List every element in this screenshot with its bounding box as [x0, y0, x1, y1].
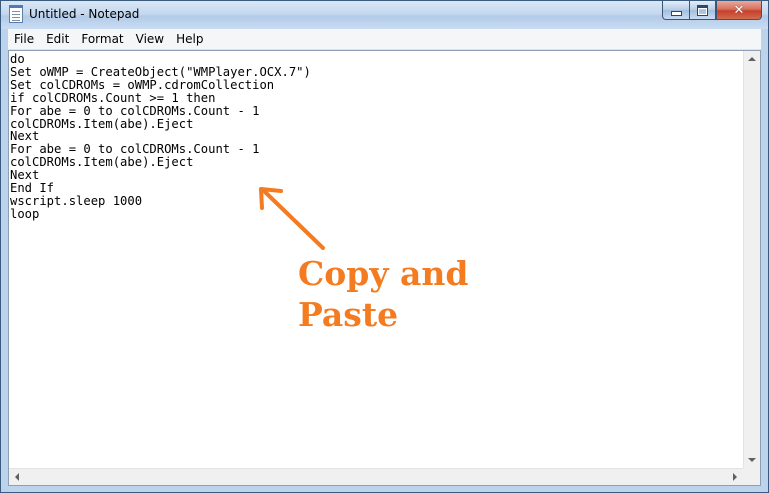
arrow-right-icon — [733, 473, 737, 481]
maximize-button[interactable] — [689, 1, 716, 20]
editor-line: Next — [10, 168, 40, 183]
menu-bar: File Edit Format View Help — [8, 29, 761, 50]
minimize-icon — [670, 11, 682, 16]
editor-line: loop — [10, 206, 40, 221]
editor-line: wscript.sleep 1000 — [10, 193, 143, 208]
horizontal-scrollbar[interactable] — [9, 468, 743, 485]
size-grip[interactable] — [743, 468, 760, 485]
vertical-scrollbar[interactable] — [743, 51, 760, 468]
editor-line: colCDROMs.Item(abe).Eject — [10, 155, 194, 170]
arrow-up-icon — [748, 57, 756, 61]
editor-line: if colCDROMs.Count >= 1 then — [10, 90, 216, 105]
editor-line: colCDROMs.Item(abe).Eject — [10, 116, 194, 131]
arrow-left-icon — [15, 473, 19, 481]
scroll-up-button[interactable] — [744, 51, 760, 67]
scroll-down-button[interactable] — [744, 452, 760, 468]
menu-file[interactable]: File — [8, 29, 40, 49]
editor-area: do Set oWMP = CreateObject("WMPlayer.OCX.… — [8, 50, 761, 486]
menu-edit[interactable]: Edit — [40, 29, 75, 49]
menu-view[interactable]: View — [130, 29, 170, 49]
editor-line: Set colCDROMs = oWMP.cdromCollection — [10, 77, 275, 92]
editor-line: For abe = 0 to colCDROMs.Count - 1 — [10, 103, 260, 118]
close-button[interactable]: ✕ — [716, 1, 762, 20]
menu-format[interactable]: Format — [75, 29, 129, 49]
editor-line: Set oWMP = CreateObject("WMPlayer.OCX.7"… — [10, 64, 311, 79]
menu-help[interactable]: Help — [170, 29, 209, 49]
notepad-icon[interactable] — [9, 5, 23, 23]
notepad-window: Untitled - Notepad ✕ File Edit Format Vi… — [0, 0, 769, 493]
title-bar[interactable]: Untitled - Notepad ✕ — [1, 1, 768, 29]
scroll-right-button[interactable] — [727, 469, 743, 485]
caption-buttons: ✕ — [662, 1, 762, 21]
maximize-icon — [697, 4, 708, 16]
text-editor[interactable]: do Set oWMP = CreateObject("WMPlayer.OCX.… — [9, 51, 743, 468]
minimize-button[interactable] — [662, 1, 689, 20]
editor-line: do — [10, 52, 25, 66]
arrow-down-icon — [748, 458, 756, 462]
window-title: Untitled - Notepad — [29, 7, 140, 21]
close-icon: ✕ — [733, 2, 745, 18]
scroll-left-button[interactable] — [9, 469, 25, 485]
